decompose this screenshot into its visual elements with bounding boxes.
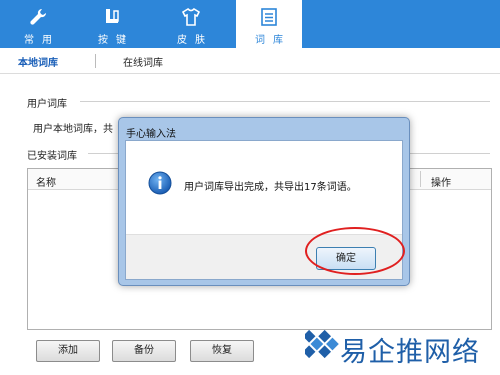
tab-dictionary-label: 词库	[255, 35, 291, 46]
subtab-divider	[95, 54, 96, 68]
column-header-action[interactable]: 操作	[431, 174, 451, 189]
ok-button-highlight	[305, 227, 405, 275]
subtab-online-dictionary[interactable]: 在线词库	[123, 54, 163, 69]
tab-skin-label: 皮肤	[177, 35, 213, 46]
column-divider	[420, 171, 421, 187]
restore-button[interactable]: 恢复	[190, 340, 254, 362]
sub-tab-bar: 本地词库 在线词库	[0, 48, 500, 74]
tab-dictionary[interactable]: 词库	[236, 0, 302, 48]
tab-common-label: 常用	[24, 35, 60, 46]
column-header-name[interactable]: 名称	[36, 174, 56, 189]
watermark-text: 易企推网络	[340, 337, 480, 368]
dialog-message: 用户词库导出完成，共导出17条词语。	[184, 182, 357, 193]
dialog-title: 手心输入法	[126, 129, 176, 140]
user-dict-info: 用户本地词库，共	[33, 124, 113, 135]
key-icon	[106, 9, 119, 23]
info-icon	[148, 171, 172, 195]
wrench-icon	[30, 8, 47, 25]
tab-common[interactable]: 常用	[10, 0, 66, 48]
user-dict-divider	[80, 101, 490, 102]
installed-dict-section-label: 已安装词库	[27, 151, 77, 162]
tab-keys[interactable]: 按键	[84, 0, 140, 48]
add-button[interactable]: 添加	[36, 340, 100, 362]
tab-skin[interactable]: 皮肤	[163, 0, 219, 48]
subtab-local-dictionary[interactable]: 本地词库	[18, 54, 58, 69]
backup-button[interactable]: 备份	[112, 340, 176, 362]
user-dict-section-label: 用户词库	[27, 99, 67, 110]
tshirt-icon	[181, 7, 201, 26]
tab-keys-label: 按键	[98, 35, 134, 46]
document-icon	[261, 8, 277, 26]
top-tab-bar: 常用 按键 皮肤 词库	[0, 0, 500, 48]
